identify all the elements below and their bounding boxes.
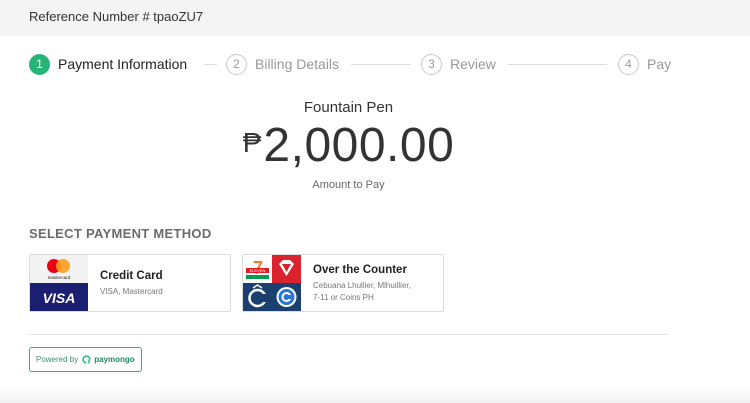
powered-by-badge[interactable]: Powered by paymongo: [29, 347, 142, 372]
visa-logo-text: VISA: [43, 290, 76, 306]
option-subtitle: Cebuana Lhullier, Mlhuillier, 7-11 or Co…: [313, 280, 411, 304]
step-label: Billing Details: [255, 56, 340, 72]
step-connector: [507, 64, 607, 65]
step-number: 2: [226, 53, 247, 75]
step-billing-details[interactable]: 2 Billing Details: [226, 53, 339, 75]
mastercard-logo-text: mastercard: [48, 275, 71, 280]
step-number: 3: [421, 53, 442, 75]
step-connector: [204, 64, 217, 65]
step-pay[interactable]: 4 Pay: [618, 53, 671, 75]
currency-symbol: ₱: [242, 127, 262, 158]
product-name: Fountain Pen: [303, 99, 394, 116]
powered-by-text: Powered by: [36, 355, 79, 364]
paymongo-brand-text: paymongo: [94, 355, 135, 364]
option-subtitle-line: 7-11 or Coins PH: [313, 293, 374, 302]
step-label: Review: [450, 56, 496, 72]
step-payment-information[interactable]: 1 Payment Information: [29, 53, 187, 75]
amount-display: ₱2,000.00: [0, 118, 697, 173]
card-brand-logos: mastercard VISA: [30, 255, 88, 311]
footer-fade: [0, 388, 750, 403]
step-number: 1: [29, 53, 50, 75]
step-label: Pay: [647, 56, 672, 72]
checkout-stepper: 1 Payment Information 2 Billing Details …: [29, 53, 671, 75]
over-the-counter-option[interactable]: 7 ELEVEN Over the Counter Cebuana Lhulli…: [242, 254, 444, 312]
step-label: Payment Information: [58, 56, 188, 72]
otc-partner-logos: 7 ELEVEN: [243, 255, 301, 311]
divider: [29, 334, 669, 335]
option-title: Over the Counter: [313, 264, 407, 276]
top-bar: Reference Number # tpaoZU7: [0, 0, 750, 36]
amount-caption: Amount to Pay: [312, 179, 385, 191]
option-subtitle-line: Cebuana Lhullier, Mlhuillier,: [313, 281, 411, 290]
step-connector: [351, 64, 411, 65]
seven-eleven-text: ELEVEN: [250, 268, 266, 273]
paymongo-brand: paymongo: [82, 355, 135, 364]
option-title: Credit Card: [100, 270, 163, 282]
credit-card-option[interactable]: mastercard VISA Credit Card VISA, Master…: [29, 254, 231, 312]
step-review[interactable]: 3 Review: [421, 53, 496, 75]
option-subtitle: VISA, Mastercard: [100, 287, 163, 296]
reference-number: Reference Number # tpaoZU7: [29, 9, 204, 24]
payment-method-heading: SELECT PAYMENT METHOD: [29, 226, 212, 241]
paymongo-logo-icon: [82, 355, 92, 364]
step-number: 4: [618, 53, 639, 75]
amount-value: 2,000.00: [263, 119, 455, 172]
